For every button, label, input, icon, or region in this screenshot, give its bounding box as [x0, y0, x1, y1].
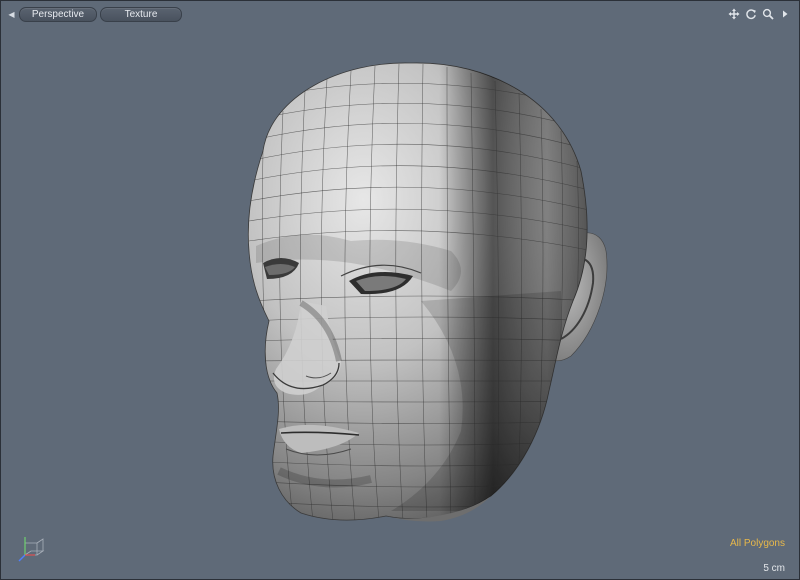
- 3d-viewport[interactable]: ◀ Perspective Texture All Polygons 5 cm: [0, 0, 800, 580]
- right-triangle-icon[interactable]: [779, 8, 791, 20]
- rotate-icon[interactable]: [745, 8, 757, 20]
- selection-mode-label: All Polygons: [729, 538, 785, 549]
- left-triangle-icon: ◀: [8, 9, 15, 19]
- shading-mode-dropdown[interactable]: Texture: [100, 6, 182, 22]
- view-mode-dropdown[interactable]: Perspective: [19, 6, 97, 22]
- viewport-header-right: [728, 7, 791, 21]
- viewport-header-left: ◀ Perspective Texture: [7, 6, 182, 22]
- viewport-menu-arrow[interactable]: ◀: [7, 8, 16, 20]
- axis-gizmo-icon: [18, 537, 45, 562]
- zoom-icon[interactable]: [762, 8, 774, 20]
- grid-scale-label: 5 cm: [763, 563, 785, 574]
- move-icon[interactable]: [728, 8, 740, 20]
- head-mesh-render[interactable]: [1, 1, 800, 580]
